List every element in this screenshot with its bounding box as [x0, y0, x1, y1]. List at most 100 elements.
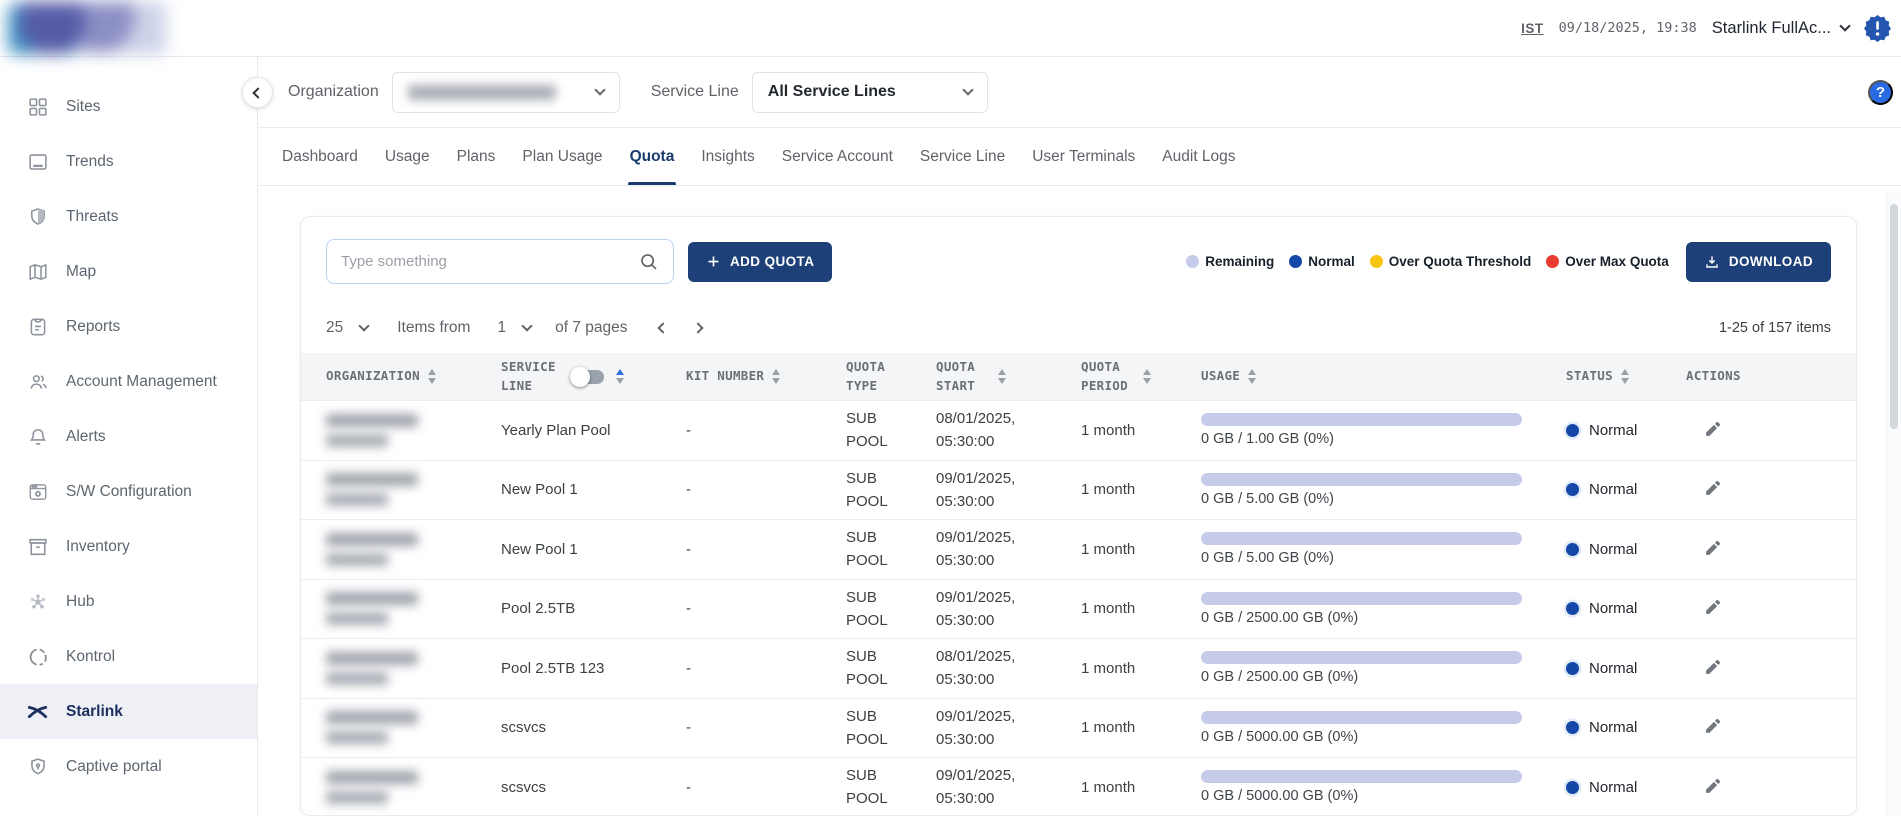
quota-period-cell: 1 month — [1081, 779, 1201, 796]
page-size-select[interactable]: 25 — [326, 319, 368, 337]
sort-icon[interactable] — [616, 369, 624, 384]
status-cell: Normal — [1566, 481, 1686, 498]
actions-cell — [1686, 595, 1833, 622]
sidebar-item-sites[interactable]: Sites — [0, 79, 257, 134]
usage-bar — [1201, 532, 1522, 545]
kit-number-cell: - — [686, 660, 846, 677]
tab[interactable]: Insights — [701, 128, 754, 185]
actions-cell — [1686, 417, 1833, 444]
tab[interactable]: Plans — [457, 128, 496, 185]
sidebar-item-map[interactable]: Map — [0, 244, 257, 299]
timezone-link[interactable]: IST — [1521, 21, 1544, 36]
sidebar-item-label: Captive portal — [66, 758, 162, 776]
tab[interactable]: User Terminals — [1032, 128, 1135, 185]
column-header-kit-number[interactable]: KIT NUMBER — [686, 367, 846, 386]
tab[interactable]: Service Line — [920, 128, 1005, 185]
tab[interactable]: Usage — [385, 128, 430, 185]
sort-icon[interactable] — [1621, 369, 1629, 384]
status-cell: Normal — [1566, 719, 1686, 736]
actions-cell — [1686, 655, 1833, 682]
sidebar-item-alerts[interactable]: Alerts — [0, 409, 257, 464]
help-button[interactable]: ? — [1868, 80, 1893, 105]
sidebar-item-hub[interactable]: Hub — [0, 574, 257, 629]
sort-icon[interactable] — [772, 369, 780, 384]
edit-quota-button[interactable] — [1700, 714, 1725, 739]
organization-cell-blurred — [326, 414, 501, 447]
next-page-button[interactable] — [693, 322, 704, 333]
sort-icon[interactable] — [1143, 369, 1151, 384]
add-quota-button[interactable]: ADD QUOTA — [688, 242, 832, 282]
tab[interactable]: Audit Logs — [1162, 128, 1235, 185]
usage-bar — [1201, 711, 1522, 724]
edit-quota-button[interactable] — [1700, 655, 1725, 680]
search-icon[interactable] — [638, 251, 659, 272]
column-header-quota-period[interactable]: QUOTA PERIOD — [1081, 358, 1201, 396]
download-button[interactable]: DOWNLOAD — [1686, 242, 1831, 282]
tab[interactable]: Quota — [630, 128, 675, 185]
service-line-toggle[interactable] — [573, 370, 604, 384]
box-icon — [26, 536, 49, 558]
kontrol-icon — [26, 646, 49, 668]
sidebar-item-account-management[interactable]: Account Management — [0, 354, 257, 409]
tab[interactable]: Service Account — [782, 128, 893, 185]
column-header-quota-start[interactable]: QUOTA START — [936, 358, 1081, 396]
column-header-usage[interactable]: USAGE — [1201, 367, 1566, 386]
sidebar-item-kontrol[interactable]: Kontrol — [0, 629, 257, 684]
legend-dot — [1289, 255, 1302, 268]
edit-quota-button[interactable] — [1700, 417, 1725, 442]
filter-row: Organization Service Line All Service Li… — [258, 57, 1901, 128]
report-icon — [26, 316, 49, 338]
organization-dropdown[interactable] — [392, 72, 620, 113]
sidebar-item-inventory[interactable]: Inventory — [0, 519, 257, 574]
chevron-down-icon — [359, 320, 370, 331]
quota-start-cell: 08/01/2025, 05:30:00 — [936, 407, 1048, 454]
vertical-scrollbar[interactable] — [1886, 192, 1901, 816]
column-header-organization[interactable]: ORGANIZATION — [326, 367, 501, 386]
edit-quota-button[interactable] — [1700, 595, 1725, 620]
service-line-dropdown[interactable]: All Service Lines — [752, 72, 988, 113]
map-icon — [26, 261, 49, 283]
table-row: New Pool 1 - SUB POOL 09/01/2025, 05:30:… — [301, 461, 1856, 521]
sidebar-item-starlink[interactable]: Starlink — [0, 684, 257, 739]
alert-badge-icon[interactable] — [1864, 15, 1891, 42]
sidebar-item-trends[interactable]: Trends — [0, 134, 257, 189]
pagination-bar: 25 Items from 1 of 7 pages 1-25 of 157 i… — [326, 311, 1831, 345]
page-value: 1 — [497, 319, 506, 337]
previous-page-button[interactable] — [658, 322, 669, 333]
quota-type-cell: SUB POOL — [846, 526, 896, 573]
edit-quota-button[interactable] — [1700, 536, 1725, 561]
tab[interactable]: Dashboard — [282, 128, 358, 185]
sidebar-item-captive-portal[interactable]: Captive portal — [0, 739, 257, 794]
service-line-cell: Pool 2.5TB — [501, 600, 686, 617]
sort-icon[interactable] — [428, 369, 436, 384]
account-menu[interactable]: Starlink FullAc... — [1712, 19, 1849, 38]
quota-type-cell: SUB POOL — [846, 705, 896, 752]
top-bar: IST 09/18/2025, 19:38 Starlink FullAc... — [0, 0, 1901, 57]
edit-quota-button[interactable] — [1700, 774, 1725, 799]
column-header-service-line[interactable]: SERVICE LINE — [501, 358, 686, 396]
sidebar-item-threats[interactable]: Threats — [0, 189, 257, 244]
scrollbar-thumb[interactable] — [1890, 204, 1898, 429]
sidebar-item-reports[interactable]: Reports — [0, 299, 257, 354]
sidebar-item-sw-configuration[interactable]: S/W Configuration — [0, 464, 257, 519]
table-row: Pool 2.5TB 123 - SUB POOL 08/01/2025, 05… — [301, 639, 1856, 699]
usage-text: 0 GB / 2500.00 GB (0%) — [1201, 610, 1566, 626]
usage-cell: 0 GB / 5.00 GB (0%) — [1201, 532, 1566, 566]
search-input[interactable] — [341, 253, 630, 270]
page-select[interactable]: 1 — [497, 319, 531, 337]
sort-icon[interactable] — [998, 369, 1006, 384]
search-box[interactable] — [326, 239, 674, 284]
monitor-icon — [26, 151, 49, 173]
usage-bar — [1201, 473, 1522, 486]
column-header-status[interactable]: STATUS — [1566, 367, 1686, 386]
tab[interactable]: Plan Usage — [522, 128, 602, 185]
browser-gear-icon — [26, 481, 49, 503]
edit-quota-button[interactable] — [1700, 476, 1725, 501]
sidebar-collapse-button[interactable] — [242, 77, 273, 108]
sort-icon[interactable] — [1248, 369, 1256, 384]
usage-text: 0 GB / 1.00 GB (0%) — [1201, 431, 1566, 447]
organization-label: Organization — [288, 83, 379, 101]
legend-dot — [1546, 255, 1559, 268]
chevron-down-icon — [521, 320, 532, 331]
usage-cell: 0 GB / 2500.00 GB (0%) — [1201, 592, 1566, 626]
